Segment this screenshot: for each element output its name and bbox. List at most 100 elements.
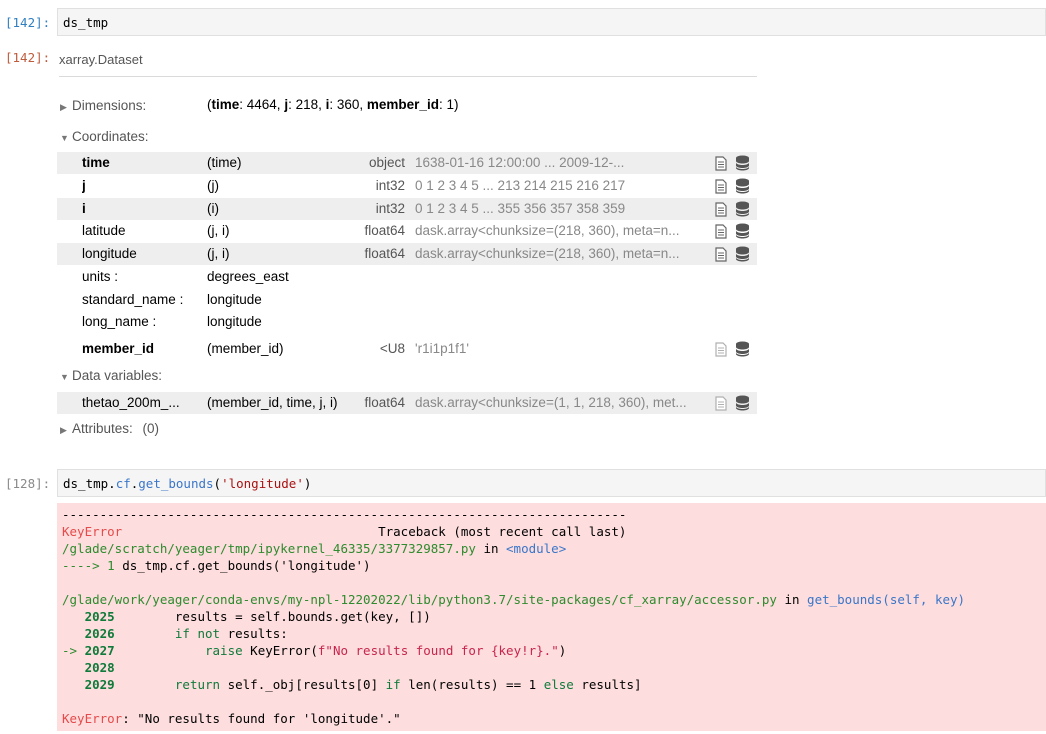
triangle-right-icon: ▶ (60, 102, 67, 112)
traceback-separator: ----------------------------------------… (62, 507, 627, 522)
traceback-header: KeyError Traceback (most recent call las… (62, 524, 627, 539)
input-prompt: [142]: (5, 15, 51, 30)
var-preview: dask.array<chunksize=(218, 360), meta=n.… (415, 223, 680, 238)
database-icon[interactable] (735, 178, 750, 194)
var-dims: (j) (207, 178, 219, 193)
attributes-count: (0) (142, 421, 160, 436)
coord-row-j[interactable]: j (j) int32 0 1 2 3 4 5 ... 213 214 215 216… (57, 175, 757, 197)
attr-value: longitude (207, 314, 262, 329)
coord-row-time[interactable]: time (time) object 1638-01-16 12:00:00 ... … (57, 152, 757, 174)
row-icons (714, 155, 752, 171)
file-icon[interactable] (714, 247, 728, 262)
database-icon[interactable] (735, 223, 750, 239)
traceback-code-line: 2025 results = self.bounds.get(key, []) (84, 609, 431, 624)
traceback-arrow-line: ----> 1 ds_tmp.cf.get_bounds('longitude'… (62, 558, 371, 573)
traceback-code-line: 2028 (84, 660, 115, 675)
attr-row: standard_name : longitude (82, 292, 262, 307)
attr-key: units : (82, 269, 119, 284)
data-variables-label: Data variables: (72, 368, 163, 383)
var-name: i (82, 201, 86, 216)
var-dtype: float64 (364, 395, 405, 410)
row-icons (714, 341, 752, 357)
var-preview: 1638-01-16 12:00:00 ... 2009-12-... (415, 155, 625, 170)
row-icons (714, 246, 752, 262)
code-cell-input[interactable]: ds_tmp.cf.get_bounds('longitude') (57, 469, 1046, 497)
database-icon[interactable] (735, 201, 750, 217)
database-icon[interactable] (735, 395, 750, 411)
var-dtype: <U8 (379, 341, 405, 356)
error-output: ----------------------------------------… (57, 503, 1046, 731)
input-prompt: [128]: (5, 476, 51, 491)
final-error: KeyError: "No results found for 'longitu… (62, 711, 401, 726)
var-preview: 'r1i1p1f1' (415, 341, 469, 356)
file-icon[interactable] (714, 202, 728, 217)
row-icons (714, 223, 752, 239)
traceback-code-line: -> 2027 raise KeyError(f"No results foun… (62, 643, 567, 658)
var-dtype: int32 (375, 178, 405, 193)
coordinates-section-toggle[interactable]: ▼ Coordinates: (60, 129, 149, 144)
attr-value: degrees_east (207, 269, 289, 284)
var-preview: dask.array<chunksize=(218, 360), meta=n.… (415, 246, 680, 261)
coord-row-latitude[interactable]: latitude (j, i) float64 dask.array<chunksiz… (57, 220, 757, 242)
var-name: j (82, 178, 86, 193)
var-name: latitude (82, 223, 126, 238)
attributes-label: Attributes: (72, 421, 133, 436)
database-icon[interactable] (735, 246, 750, 262)
attr-value: longitude (207, 292, 262, 307)
coord-row-i[interactable]: i (i) int32 0 1 2 3 4 5 ... 355 356 357 358… (57, 198, 757, 220)
object-type: xarray.Dataset (59, 52, 143, 67)
var-preview: 0 1 2 3 4 5 ... 355 356 357 358 359 (415, 201, 626, 216)
var-dtype: float64 (364, 223, 405, 238)
xarray-header: xarray.Dataset (59, 51, 757, 77)
file-icon[interactable] (714, 396, 728, 411)
attr-key: standard_name : (82, 292, 184, 307)
code-text: ds_tmp (63, 15, 109, 30)
code-text: ds_tmp.cf.get_bounds('longitude') (63, 476, 312, 491)
output-prompt: [142]: (5, 50, 51, 65)
traceback-code-line: 2026 if not results: (84, 626, 288, 641)
row-icons (714, 395, 752, 411)
dimensions-section-toggle[interactable]: ▶ Dimensions: (60, 98, 146, 113)
traceback-file1: /glade/scratch/yeager/tmp/ipykernel_4633… (62, 541, 567, 556)
var-dims: (j, i) (207, 223, 230, 238)
file-icon[interactable] (714, 342, 728, 357)
row-icons (714, 178, 752, 194)
attr-row: long_name : longitude (82, 314, 262, 329)
coordinates-label: Coordinates: (72, 129, 149, 144)
data-var-row[interactable]: thetao_200m_... (member_id, time, j, i) … (57, 392, 757, 414)
triangle-down-icon: ▼ (60, 133, 69, 143)
var-dims: (member_id, time, j, i) (207, 395, 338, 410)
var-dims: (member_id) (207, 341, 284, 356)
file-icon[interactable] (714, 156, 728, 171)
var-dtype: float64 (364, 246, 405, 261)
coord-row-longitude[interactable]: longitude (j, i) float64 dask.array<chunksi… (57, 243, 757, 265)
attr-key: long_name : (82, 314, 157, 329)
var-preview: 0 1 2 3 4 5 ... 213 214 215 216 217 (415, 178, 626, 193)
attr-row: units : degrees_east (82, 269, 289, 284)
var-name: member_id (82, 341, 155, 356)
var-dtype: int32 (375, 201, 405, 216)
traceback-file2: /glade/work/yeager/conda-envs/my-npl-122… (62, 592, 966, 607)
var-preview: dask.array<chunksize=(1, 1, 218, 360), m… (415, 395, 687, 410)
triangle-right-icon: ▶ (60, 425, 67, 435)
file-icon[interactable] (714, 224, 728, 239)
dimensions-label: Dimensions: (72, 98, 147, 113)
database-icon[interactable] (735, 155, 750, 171)
traceback-code-line: 2029 return self._obj[results[0] if len(… (84, 677, 642, 692)
coord-row-member-id[interactable]: member_id (member_id) <U8 'r1i1p1f1' (57, 338, 757, 360)
database-icon[interactable] (735, 341, 750, 357)
row-icons (714, 201, 752, 217)
var-dims: (j, i) (207, 246, 230, 261)
var-dims: (i) (207, 201, 219, 216)
var-name: longitude (82, 246, 137, 261)
var-name: thetao_200m_... (82, 395, 180, 410)
code-cell-input[interactable]: ds_tmp (57, 8, 1046, 36)
dimensions-value: (time: 4464, j: 218, i: 360, member_id: … (207, 97, 459, 112)
var-name: time (82, 155, 110, 170)
attributes-section-toggle[interactable]: ▶ Attributes: (0) (60, 421, 159, 436)
data-variables-section-toggle[interactable]: ▼ Data variables: (60, 368, 162, 383)
var-dims: (time) (207, 155, 242, 170)
triangle-down-icon: ▼ (60, 372, 69, 382)
file-icon[interactable] (714, 179, 728, 194)
var-dtype: object (368, 155, 405, 170)
